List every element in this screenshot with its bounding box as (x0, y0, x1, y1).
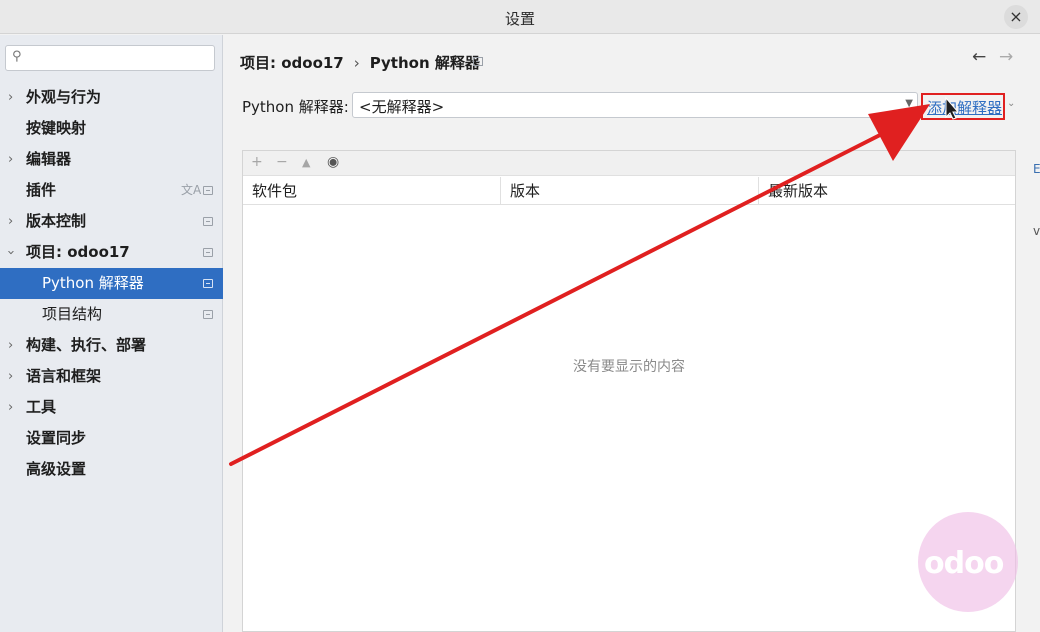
column-header-package[interactable]: 软件包 (243, 177, 501, 205)
add-interpreter-label: 添加解释器 (927, 99, 1003, 117)
add-interpreter-link[interactable]: 添加解释器 (921, 93, 1005, 120)
sidebar-item-keymap[interactable]: 按键映射 (0, 113, 223, 144)
title-bar: 设置 × (0, 0, 1040, 34)
chevron-down-icon: › (3, 249, 19, 256)
sidebar-item-label: 构建、执行、部署 (26, 336, 147, 354)
project-scope-icon (203, 279, 213, 288)
sidebar-item-label: 编辑器 (26, 150, 72, 168)
project-scope-icon (203, 186, 213, 195)
sidebar-item-label: 工具 (26, 398, 57, 416)
eye-icon[interactable]: ◉ (327, 154, 339, 170)
interpreter-value: <无解释器> (359, 98, 445, 116)
sidebar-item-label: 按键映射 (26, 119, 87, 137)
forward-arrow-icon[interactable]: → (999, 47, 1013, 67)
column-header-latest-version[interactable]: 最新版本 (759, 177, 1015, 205)
settings-main: 项目: odoo17 › Python 解释器 ← → Python 解释器: <无… (224, 35, 1040, 632)
back-arrow-icon[interactable]: ← (972, 47, 986, 67)
sidebar-item-label: 语言和框架 (26, 367, 102, 385)
edge-fragment: E (1033, 162, 1040, 176)
dropdown-arrow-icon: ▼ (905, 98, 913, 109)
chevron-right-icon: › (8, 214, 14, 229)
chevron-right-icon: › (8, 152, 14, 167)
search-icon: ⚲ (12, 49, 22, 64)
sidebar-item-label: 外观与行为 (26, 88, 102, 106)
sidebar-item-plugins[interactable]: 插件 文A (0, 175, 223, 206)
watermark-text: odoo (924, 546, 1004, 581)
column-header-version[interactable]: 版本 (501, 177, 759, 205)
upgrade-icon[interactable]: ▲ (302, 156, 310, 169)
translate-icon: 文A (181, 183, 202, 197)
project-scope-icon (203, 217, 213, 226)
chevron-right-icon: › (8, 338, 14, 353)
breadcrumb-current: Python 解释器 (369, 54, 480, 72)
packages-table-header: 软件包 版本 最新版本 (243, 177, 1015, 205)
remove-icon[interactable]: − (276, 154, 288, 170)
sidebar-item-label: 版本控制 (26, 212, 87, 230)
settings-sidebar: ⚲ › 外观与行为 按键映射 › 编辑器 插件 文A › 版本控制 › 项目: … (0, 35, 223, 632)
close-button[interactable]: × (1004, 5, 1028, 29)
sidebar-item-label: 插件 (26, 181, 57, 199)
breadcrumb-parent[interactable]: 项目: odoo17 (240, 54, 344, 72)
sidebar-item-label: 高级设置 (26, 460, 87, 478)
sidebar-item-languages[interactable]: › 语言和框架 (0, 361, 223, 392)
sidebar-item-editor[interactable]: › 编辑器 (0, 144, 223, 175)
close-icon: × (1009, 7, 1023, 26)
sidebar-item-label: 设置同步 (26, 429, 87, 447)
empty-state-text: 没有要显示的内容 (573, 359, 685, 375)
sidebar-item-tools[interactable]: › 工具 (0, 392, 223, 423)
odoo-watermark-logo: odoo (918, 512, 1018, 612)
project-scope-icon (203, 248, 213, 257)
interpreter-label: Python 解释器: (242, 98, 349, 116)
chevron-right-icon: › (8, 90, 14, 105)
sidebar-item-python-interpreter[interactable]: Python 解释器 (0, 268, 223, 299)
chevron-right-icon: › (8, 400, 14, 415)
sidebar-item-label: 项目: odoo17 (26, 243, 130, 261)
window-title: 设置 (504, 10, 535, 28)
sidebar-item-project[interactable]: › 项目: odoo17 (0, 237, 223, 268)
sidebar-item-vcs[interactable]: › 版本控制 (0, 206, 223, 237)
interpreter-select[interactable]: <无解释器> ▼ (352, 92, 918, 118)
packages-panel: + − ▲ ◉ 软件包 版本 最新版本 没有要显示的内容 (242, 150, 1016, 632)
breadcrumb-separator-icon: › (353, 54, 360, 72)
sidebar-item-build[interactable]: › 构建、执行、部署 (0, 330, 223, 361)
packages-toolbar: + − ▲ ◉ (243, 151, 1015, 176)
chevron-right-icon: › (8, 369, 14, 384)
edge-fragment: v (1033, 224, 1040, 238)
sidebar-item-project-structure[interactable]: 项目结构 (0, 299, 223, 330)
sidebar-item-appearance[interactable]: › 外观与行为 (0, 82, 223, 113)
sidebar-item-label: Python 解释器 (42, 274, 144, 292)
add-icon[interactable]: + (251, 154, 263, 170)
project-scope-icon (473, 57, 483, 66)
sidebar-item-settings-sync[interactable]: 设置同步 (0, 423, 223, 454)
search-input[interactable]: ⚲ (5, 45, 215, 71)
sidebar-item-label: 项目结构 (42, 305, 103, 323)
project-scope-icon (203, 310, 213, 319)
breadcrumb: 项目: odoo17 › Python 解释器 (240, 52, 480, 73)
chevron-down-icon[interactable]: ⌄ (1007, 98, 1015, 109)
sidebar-item-advanced[interactable]: 高级设置 (0, 454, 223, 485)
